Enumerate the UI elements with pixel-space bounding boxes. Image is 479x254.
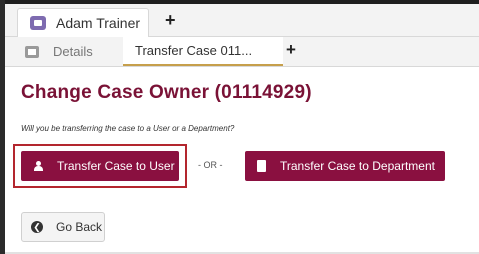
transfer-to-user-label: Transfer Case to User (57, 159, 175, 173)
tab-adam-trainer[interactable]: Adam Trainer (17, 8, 149, 37)
tab-label: Adam Trainer (56, 15, 141, 31)
subtab-details-label: Details (53, 44, 93, 59)
record-icon (30, 16, 46, 30)
user-icon (33, 161, 43, 171)
add-tab-button[interactable]: + (165, 10, 176, 31)
arrow-left-circle-icon: ❮ (31, 221, 43, 233)
subtab-details[interactable]: Details (25, 37, 93, 66)
subtab-transfer-case[interactable]: Transfer Case 011... (123, 37, 283, 66)
building-icon (257, 160, 266, 172)
add-subtab-button[interactable]: + (286, 40, 296, 60)
transfer-to-department-label: Transfer Case to Department (280, 159, 435, 173)
go-back-button[interactable]: ❮ Go Back (21, 212, 105, 242)
transfer-question: Will you be transferring the case to a U… (21, 124, 235, 133)
subtab-transfer-label: Transfer Case 011... (135, 43, 253, 58)
page-title: Change Case Owner (01114929) (21, 82, 312, 103)
primary-tab-bar: Adam Trainer + (5, 4, 479, 37)
transfer-to-user-button[interactable]: Transfer Case to User (21, 151, 179, 181)
sub-tab-bar: Details Transfer Case 011... + (5, 37, 479, 67)
go-back-label: Go Back (56, 220, 103, 234)
transfer-to-department-button[interactable]: Transfer Case to Department (245, 151, 445, 181)
or-separator: - OR - (198, 160, 223, 170)
record-icon (25, 45, 39, 58)
